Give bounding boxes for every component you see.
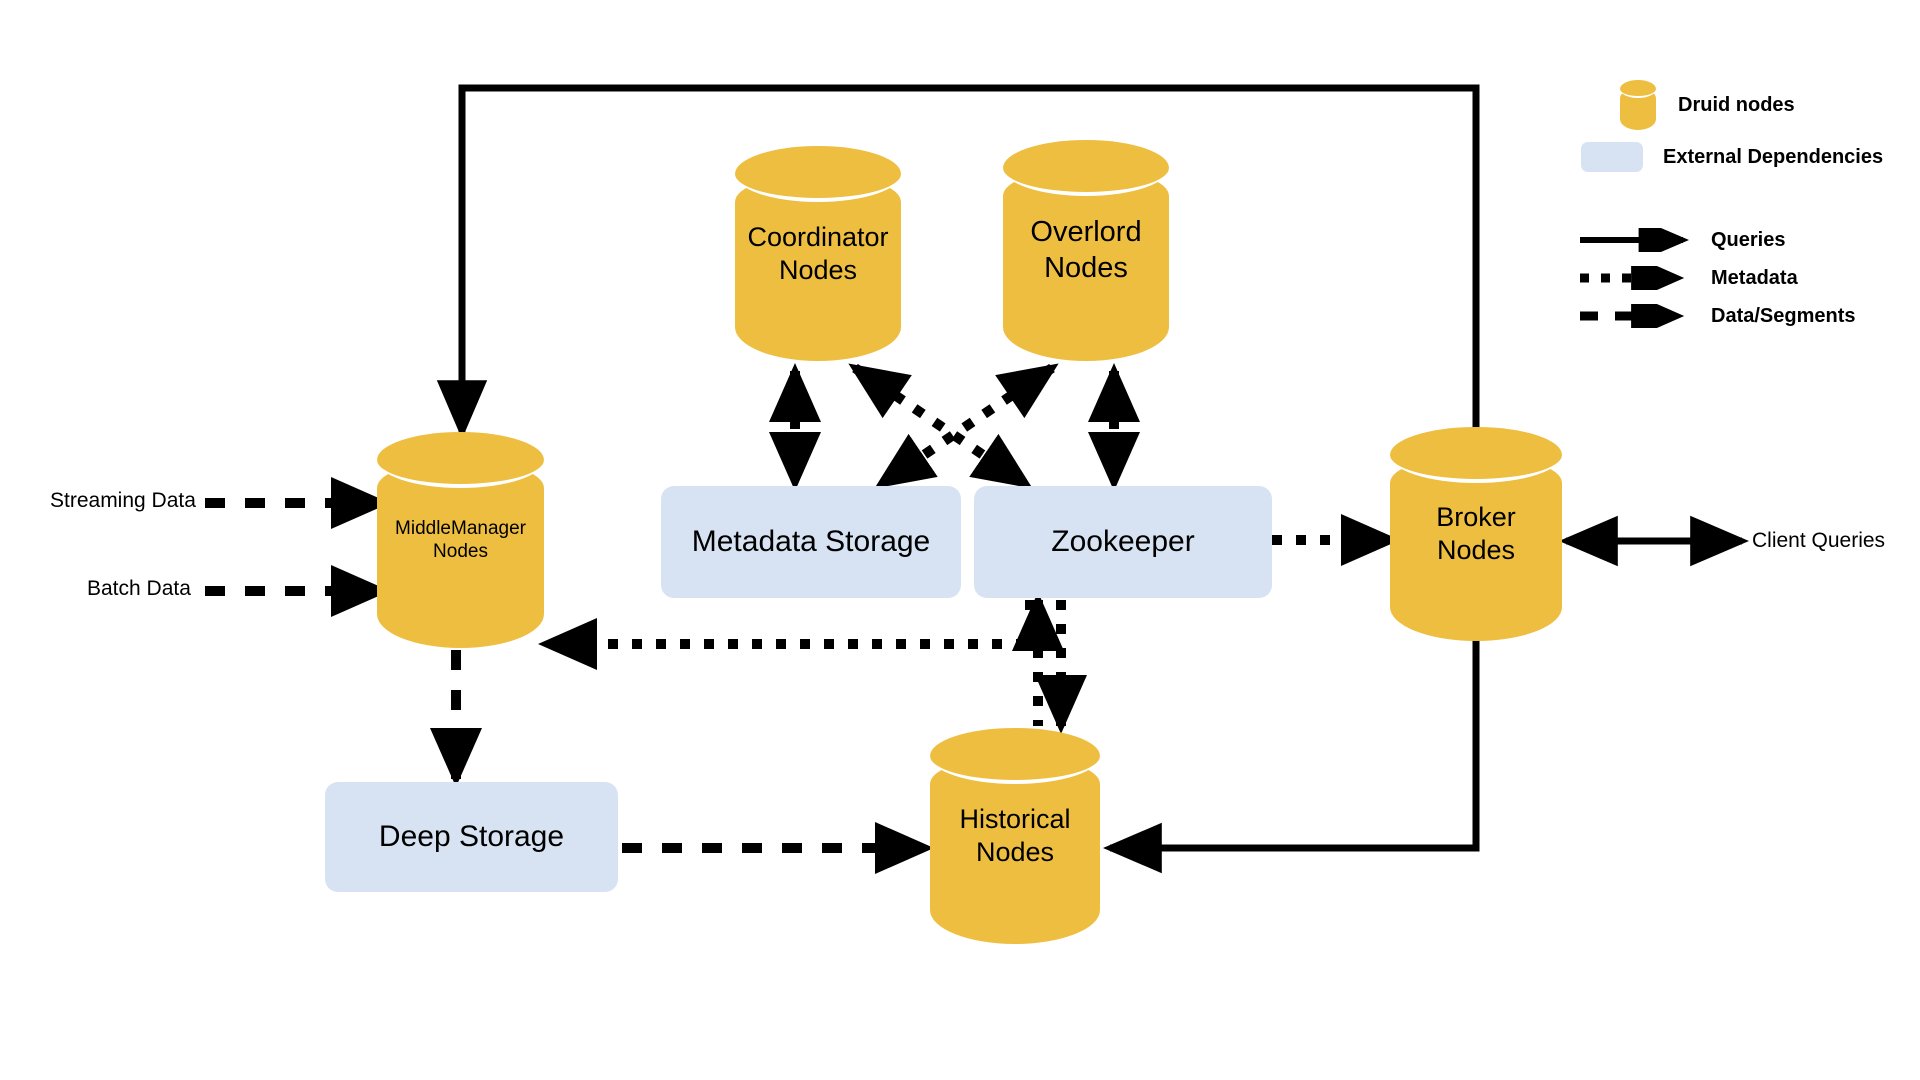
node-broker-nodes[interactable]: Broker Nodes — [1390, 427, 1562, 641]
node-label-metadata-storage: Metadata Storage — [691, 525, 931, 558]
node-historical-nodes[interactable]: Historical Nodes — [930, 728, 1100, 944]
legend-dashed-line-sample — [1579, 292, 1697, 340]
legend-item-druid-nodes: Druid nodes — [1620, 80, 1795, 130]
node-zookeeper[interactable]: Zookeeper — [974, 486, 1272, 598]
edge-label-batch-data: Batch Data — [87, 577, 191, 600]
legend-item-queries: Queries — [1579, 218, 1786, 262]
legend-item-data-segments: Data/Segments — [1579, 292, 1856, 340]
cylinder-top — [1620, 80, 1656, 98]
legend-label-druid-nodes: Druid nodes — [1678, 93, 1795, 116]
edge-label-streaming-data: Streaming Data — [50, 489, 196, 512]
legend-item-external-dependencies: External Dependencies — [1581, 142, 1883, 172]
legend-label-queries: Queries — [1711, 228, 1786, 251]
edge-broker-to-historical — [1103, 636, 1480, 874]
edge-zookeeper-historical — [1011, 591, 1087, 735]
edge-coordinator-zookeeper — [848, 363, 1033, 489]
legend: Druid nodes External Dependencies Querie… — [1579, 80, 1910, 340]
legend-solid-line-sample — [1579, 218, 1697, 262]
node-label-coordinator-nodes: Coordinator Nodes — [747, 221, 889, 285]
node-label-broker-nodes: Broker Nodes — [1436, 502, 1516, 565]
legend-dotted-line-sample — [1579, 254, 1697, 302]
node-label-middlemanager-nodes: MiddleManager Nodes — [395, 517, 526, 562]
edge-zookeeper-to-middlemanager — [537, 600, 1035, 670]
legend-label-external-dependencies: External Dependencies — [1663, 145, 1884, 168]
node-label-historical-nodes: Historical Nodes — [959, 804, 1071, 867]
node-deep-storage[interactable]: Deep Storage — [325, 782, 618, 892]
node-middlemanager-nodes[interactable]: MiddleManager Nodes — [377, 432, 544, 648]
node-coordinator-nodes[interactable]: Coordinator Nodes — [735, 146, 901, 361]
node-label-deep-storage: Deep Storage — [378, 820, 565, 853]
legend-label-data-segments: Data/Segments — [1711, 304, 1856, 327]
edge-overlord-metadata-storage — [874, 363, 1059, 489]
node-label-overlord-nodes: Overlord Nodes — [1030, 216, 1142, 284]
node-overlord-nodes[interactable]: Overlord Nodes — [1003, 140, 1169, 361]
node-metadata-storage[interactable]: Metadata Storage — [661, 486, 961, 598]
legend-rounded-rect-swatch — [1581, 142, 1643, 172]
legend-label-metadata: Metadata — [1711, 266, 1798, 289]
legend-cylinder-swatch — [1620, 80, 1656, 130]
node-label-zookeeper: Zookeeper — [1051, 525, 1195, 558]
edge-label-client-queries: Client Queries — [1752, 529, 1886, 552]
legend-item-metadata: Metadata — [1579, 254, 1798, 302]
edge-broker-to-middlemanager — [436, 84, 1480, 439]
diagram-canvas: Coordinator Nodes Overlord Nodes MiddleM… — [0, 0, 1920, 1080]
